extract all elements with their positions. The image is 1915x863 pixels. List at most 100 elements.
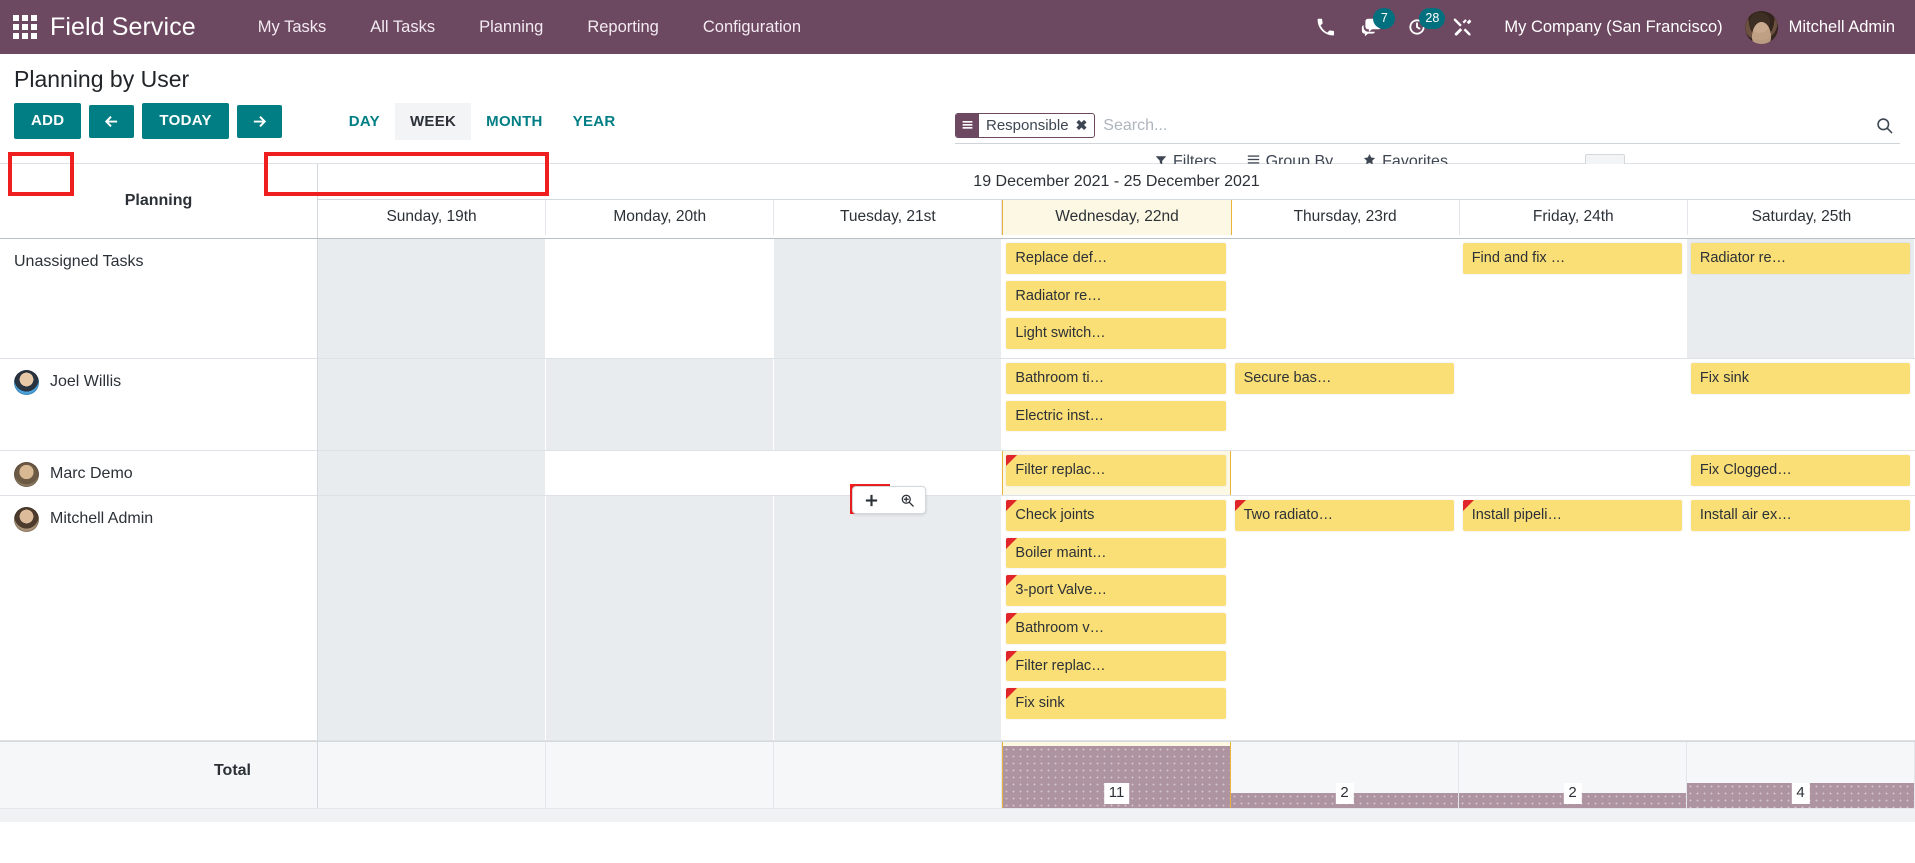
add-task-here-button[interactable] [853, 487, 889, 513]
total-bar: 11 [1003, 746, 1230, 808]
facet-label: Responsible [986, 117, 1069, 134]
top-navbar: Field Service My Tasks All Tasks Plannin… [0, 0, 1915, 54]
app-brand-title[interactable]: Field Service [50, 13, 196, 42]
gantt-cell[interactable]: Find and fix … [1459, 239, 1687, 358]
task-pill[interactable]: Find and fix … [1462, 243, 1682, 274]
gantt-cell[interactable]: Install pipeli… [1459, 496, 1687, 740]
user-name-label: Mitchell Admin [1788, 17, 1895, 36]
search-facet-responsible[interactable]: Responsible ✖ [955, 113, 1096, 138]
user-menu[interactable]: Mitchell Admin [1739, 10, 1899, 44]
gantt-row-label-unassigned[interactable]: Unassigned Tasks [0, 239, 317, 359]
day-header-tuesday[interactable]: Tuesday, 21st [774, 200, 1003, 235]
gantt-cell[interactable] [774, 359, 1002, 450]
debug-tools-icon[interactable] [1440, 0, 1486, 54]
task-pill[interactable]: Bathroom v… [1006, 613, 1226, 644]
gantt-cell[interactable] [1231, 239, 1459, 358]
gantt-cell[interactable] [546, 239, 774, 358]
next-period-button[interactable] [236, 104, 282, 138]
task-pill[interactable]: Electric inst… [1006, 400, 1226, 432]
add-button[interactable]: ADD [14, 102, 82, 140]
gantt-cell[interactable]: Two radiato… [1231, 496, 1459, 740]
day-header-wednesday[interactable]: Wednesday, 22nd [1002, 200, 1232, 235]
task-pill[interactable]: Filter replac… [1006, 650, 1226, 682]
total-label: Total [0, 742, 318, 808]
scale-month-button[interactable]: MONTH [471, 103, 558, 140]
cell-hover-controls [852, 486, 926, 514]
task-pill[interactable]: Light switch… [1006, 318, 1226, 350]
gantt-cell[interactable] [318, 451, 546, 495]
scale-year-button[interactable]: YEAR [558, 103, 631, 140]
task-pill[interactable]: Check joints [1006, 500, 1226, 531]
search-input[interactable] [1101, 116, 1869, 135]
gantt-cell[interactable]: Check joints Boiler maint… 3-port Valve…… [1002, 496, 1230, 740]
task-pill[interactable]: Fix sink [1690, 363, 1910, 394]
day-header-saturday[interactable]: Saturday, 25th [1687, 200, 1915, 235]
gantt-day-headers: Sunday, 19th Monday, 20th Tuesday, 21st … [318, 200, 1915, 235]
gantt-cell[interactable] [774, 239, 1002, 358]
task-pill[interactable]: Bathroom ti… [1006, 363, 1226, 394]
gantt-range-title: 19 December 2021 - 25 December 2021 [318, 164, 1915, 200]
gantt-cell[interactable]: Filter replac… [1002, 451, 1230, 495]
day-header-monday[interactable]: Monday, 20th [546, 200, 775, 235]
gantt-cell[interactable] [318, 359, 546, 450]
gantt-cell[interactable] [546, 451, 774, 495]
task-pill[interactable]: Fix Clogged… [1690, 455, 1910, 486]
scale-day-button[interactable]: DAY [334, 103, 395, 140]
search-icon[interactable] [1869, 116, 1900, 135]
task-pill[interactable]: Secure bas… [1234, 363, 1454, 394]
task-pill[interactable]: Replace def… [1006, 243, 1226, 274]
day-header-thursday[interactable]: Thursday, 23rd [1231, 200, 1460, 235]
total-cell-friday: 2 [1459, 742, 1687, 808]
menu-item-configuration[interactable]: Configuration [681, 1, 823, 54]
task-pill[interactable]: Install air ex… [1690, 500, 1910, 531]
plus-icon [865, 494, 877, 506]
gantt-cell[interactable]: Replace def… Radiator re… Light switch… [1002, 239, 1230, 358]
phone-icon[interactable] [1302, 0, 1348, 54]
task-pill[interactable]: Two radiato… [1234, 500, 1454, 531]
gantt-cell[interactable] [1459, 451, 1687, 495]
task-pill[interactable]: Filter replac… [1006, 455, 1226, 486]
gantt-cell[interactable]: Bathroom ti… Electric inst… [1002, 359, 1230, 450]
company-selector[interactable]: My Company (San Francisco) [1486, 18, 1738, 37]
gantt-cell[interactable]: Install air ex… [1687, 496, 1915, 740]
gantt-row-label-joel-willis[interactable]: Joel Willis [0, 359, 317, 451]
gantt-cell[interactable] [1231, 451, 1459, 495]
gantt-cell[interactable]: Radiator re… [1687, 239, 1915, 358]
task-pill[interactable]: Boiler maint… [1006, 537, 1226, 569]
group-by-icon [956, 114, 979, 137]
main-menu: My Tasks All Tasks Planning Reporting Co… [236, 1, 823, 54]
menu-item-planning[interactable]: Planning [457, 1, 565, 54]
scale-week-button[interactable]: WEEK [394, 102, 472, 140]
gantt-cell[interactable] [546, 359, 774, 450]
task-pill[interactable]: Install pipeli… [1462, 500, 1682, 531]
zoom-into-cell-button[interactable] [889, 487, 925, 513]
day-header-sunday[interactable]: Sunday, 19th [318, 200, 547, 235]
menu-item-my-tasks[interactable]: My Tasks [236, 1, 348, 54]
gantt-cell[interactable] [546, 496, 774, 740]
menu-item-reporting[interactable]: Reporting [565, 1, 681, 54]
gantt-cell[interactable] [1459, 359, 1687, 450]
gantt-cell[interactable] [774, 496, 1002, 740]
gantt-row-label-mitchell-admin[interactable]: Mitchell Admin [0, 496, 317, 741]
gantt-cell[interactable] [318, 496, 546, 740]
messages-icon[interactable]: 7 [1348, 0, 1396, 54]
apps-grid-icon[interactable] [10, 12, 40, 42]
task-pill[interactable]: Fix sink [1006, 688, 1226, 720]
today-button[interactable]: TODAY [142, 102, 229, 140]
close-x-icon[interactable]: ✖ [1074, 114, 1095, 137]
previous-period-button[interactable] [89, 104, 135, 138]
task-pill[interactable]: Radiator re… [1006, 280, 1226, 312]
day-header-friday[interactable]: Friday, 24th [1459, 200, 1688, 235]
activities-clock-icon[interactable]: 28 [1394, 0, 1446, 54]
menu-item-all-tasks[interactable]: All Tasks [348, 1, 457, 54]
gantt-cell[interactable]: Secure bas… [1231, 359, 1459, 450]
task-pill[interactable]: Radiator re… [1690, 243, 1910, 274]
total-value: 4 [1791, 783, 1810, 804]
gantt-cell[interactable]: Fix Clogged… [1687, 451, 1915, 495]
gantt-header: Planning 19 December 2021 - 25 December … [0, 164, 1915, 239]
total-bar: 2 [1231, 783, 1458, 808]
gantt-cell[interactable]: Fix sink [1687, 359, 1915, 450]
task-pill[interactable]: 3-port Valve… [1006, 575, 1226, 607]
gantt-row-label-marc-demo[interactable]: Marc Demo [0, 451, 317, 496]
gantt-cell[interactable] [318, 239, 546, 358]
